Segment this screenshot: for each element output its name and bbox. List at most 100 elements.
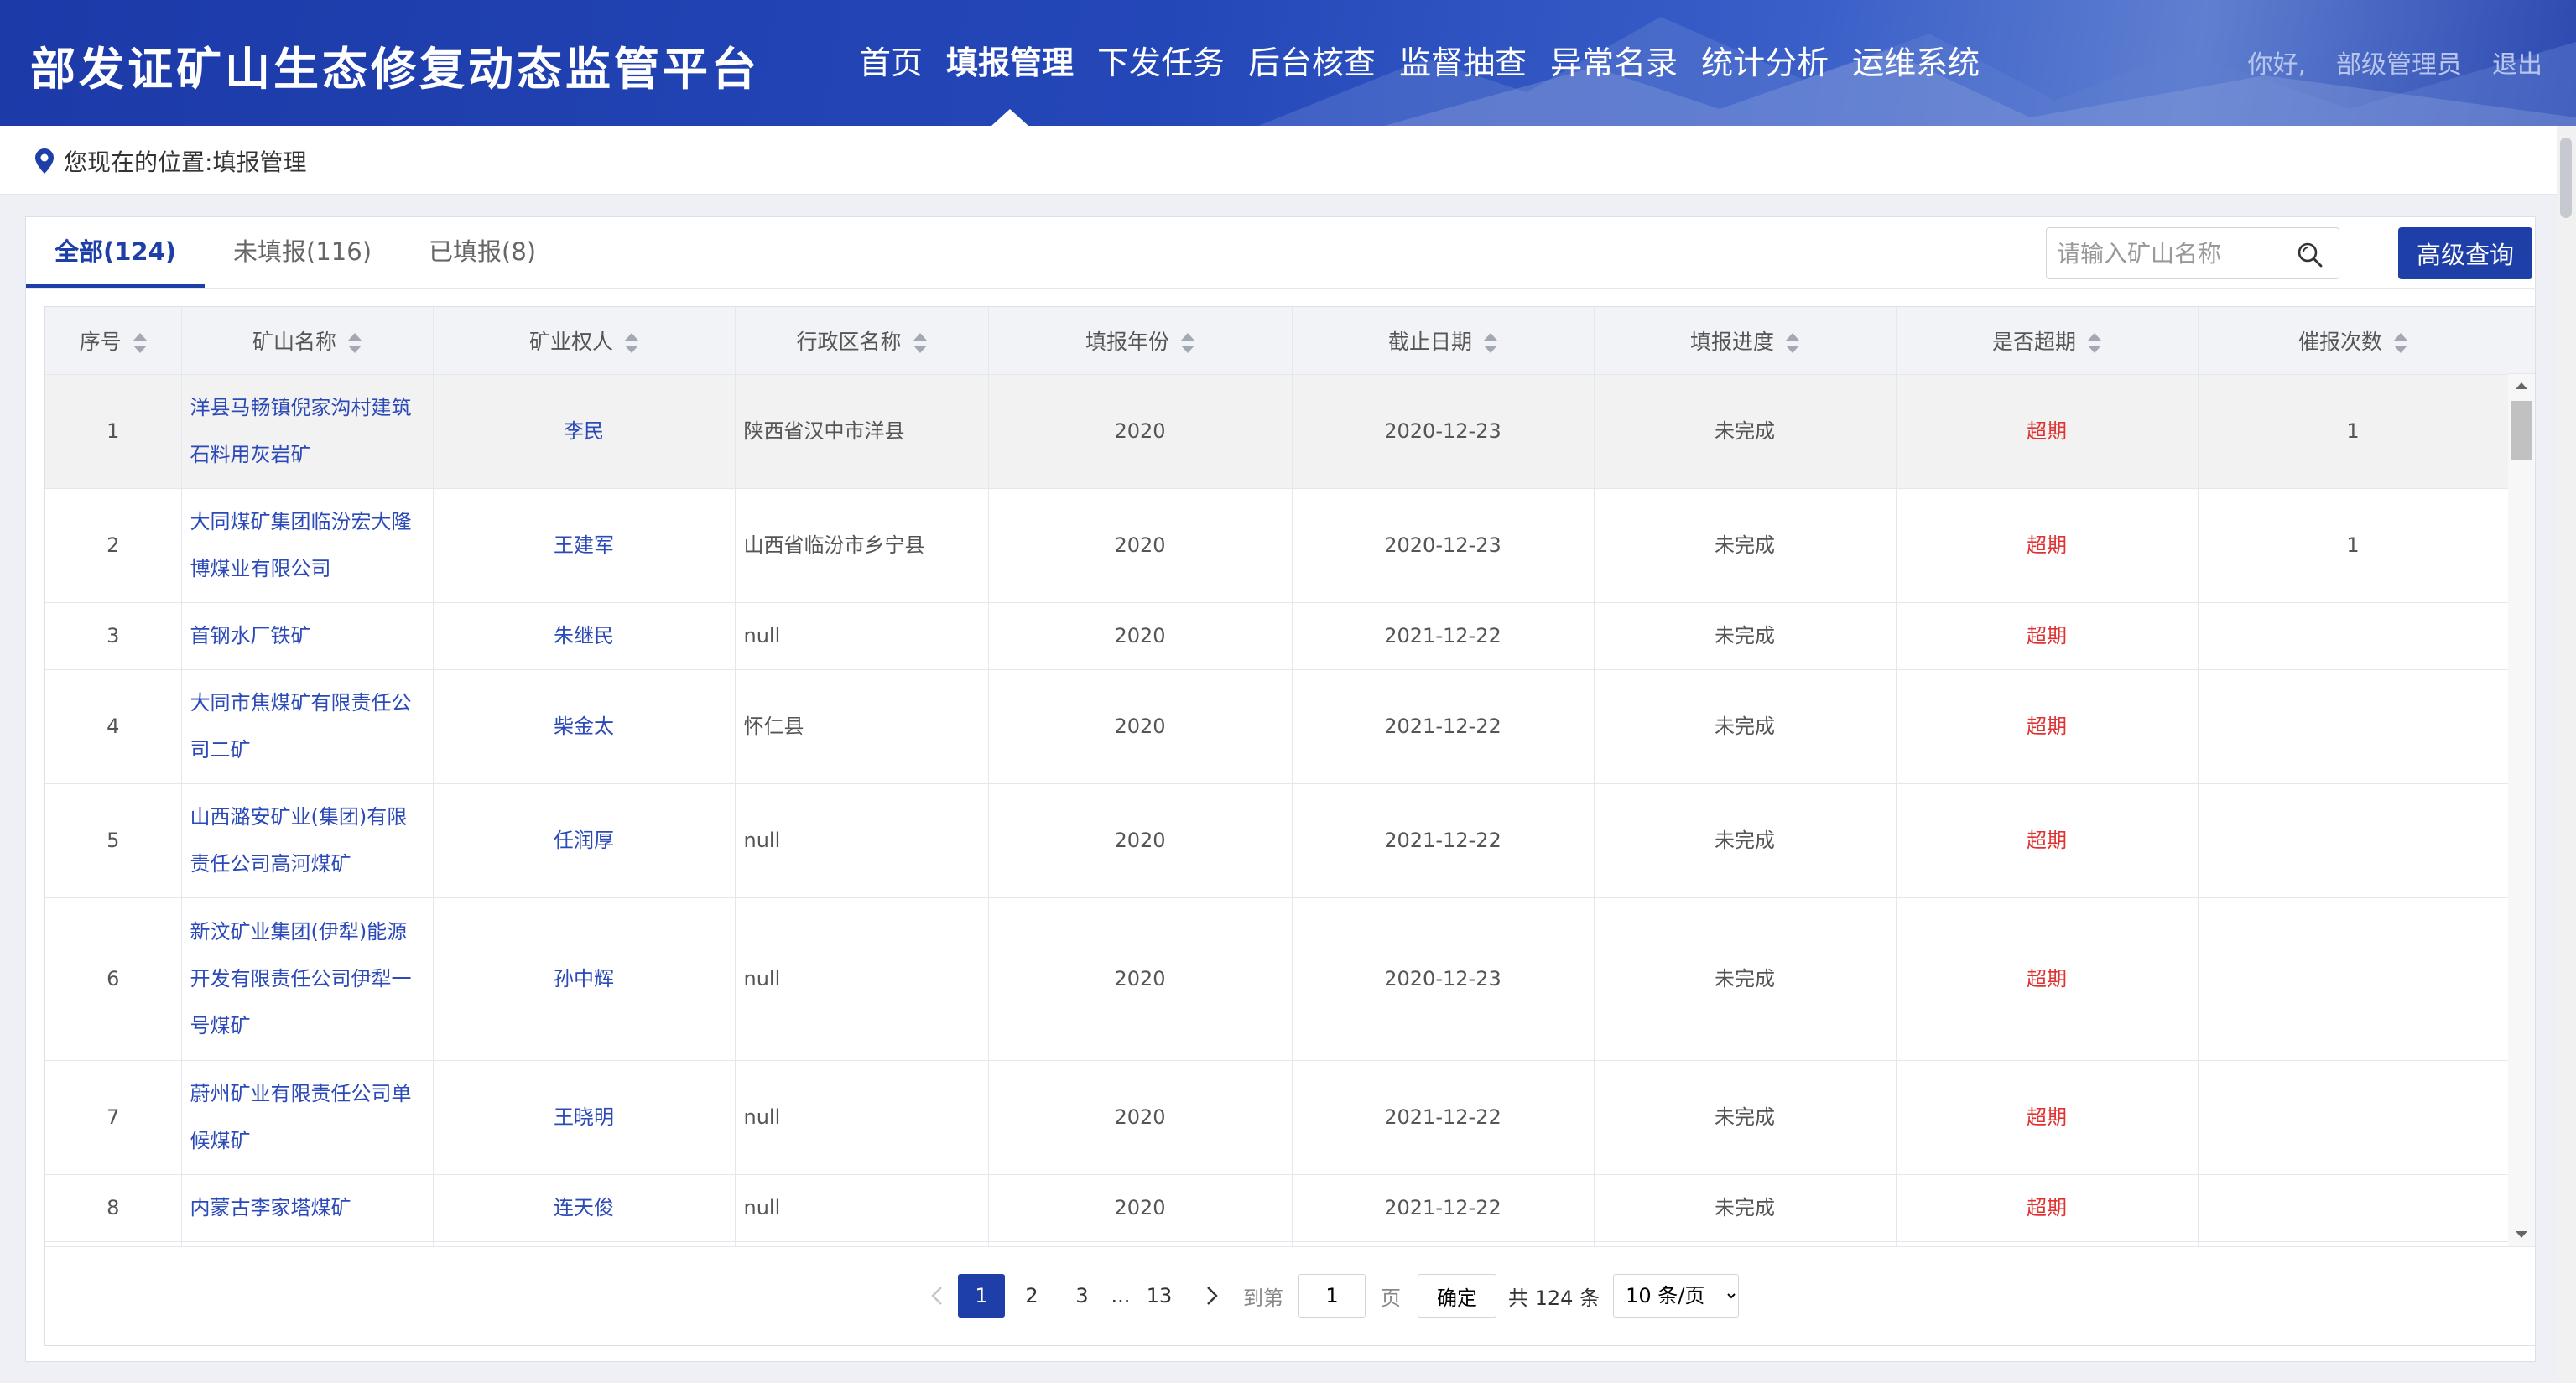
column-header-label: 是否超期 [1991, 329, 2076, 354]
scroll-up-arrow-icon[interactable] [2516, 382, 2527, 389]
main-panel: 全部(124)未填报(116)已填报(8) 高级查询 序号 矿山名称 矿业权人 行政区… [25, 216, 2537, 1362]
table-scrollbar[interactable] [2508, 374, 2535, 1246]
next-page-button[interactable] [1191, 1274, 1231, 1318]
nav-item-1[interactable]: 首页 [847, 0, 934, 126]
sort-icon[interactable] [1181, 332, 1194, 353]
nav-item-4[interactable]: 后台核查 [1236, 0, 1387, 126]
scroll-down-arrow-icon[interactable] [2516, 1231, 2527, 1238]
table-row[interactable]: 4 大同市焦煤矿有限责任公司二矿 柴金太 怀仁县 2020 2021-12-22 未完成 超期 [45, 669, 2509, 784]
table-row[interactable]: 7 蔚州矿业有限责任公司单候煤矿 王晓明 null 2020 2021-12-22 未完成超… [45, 1060, 2509, 1175]
cell-name[interactable]: 大同煤矿集团临汾宏大隆博煤业有限公司 [181, 488, 434, 603]
sort-icon[interactable] [2088, 332, 2101, 353]
user-name[interactable]: 部级管理员 [2336, 44, 2462, 81]
sort-icon[interactable] [913, 332, 927, 353]
page-button[interactable]: 2 [1008, 1274, 1055, 1318]
column-header-label: 矿山名称 [252, 329, 336, 354]
sort-icon[interactable] [625, 332, 638, 353]
column-header[interactable]: 序号 [45, 307, 182, 375]
nav-item-2[interactable]: 填报管理 [934, 0, 1085, 126]
logout-link[interactable]: 退出 [2492, 44, 2542, 81]
cell-overdue: 超期 [1896, 669, 2199, 784]
tabs-divider [26, 288, 2537, 289]
table-row[interactable]: 6 新汶矿业集团(伊犁)能源开发有限责任公司伊犁一号煤矿 孙中辉 null 2020 20… [45, 897, 2509, 1061]
page-scrollbar[interactable] [2557, 126, 2576, 1383]
goto-confirm-button[interactable]: 确定 [1418, 1274, 1496, 1318]
sort-icon[interactable] [2394, 332, 2407, 353]
column-header[interactable]: 催报次数 [2198, 307, 2509, 375]
cell-name[interactable]: 首钢水厂铁矿 [181, 602, 434, 670]
cell-owner[interactable]: 柴金太 [433, 669, 736, 784]
column-header[interactable]: 填报年份 [988, 307, 1293, 375]
column-header[interactable]: 是否超期 [1896, 307, 2199, 375]
table-row[interactable]: 1 洋县马畅镇倪家沟村建筑石料用灰岩矿 李民 陕西省汉中市洋县 2020 2020-12-… [45, 374, 2509, 489]
table-row[interactable]: 2 大同煤矿集团临汾宏大隆博煤业有限公司 王建军 山西省临汾市乡宁县 2020 2020-… [45, 488, 2509, 603]
table-row[interactable]: 3 首钢水厂铁矿 朱继民 null 2020 2021-12-22 未完成 超期 [45, 602, 2509, 670]
prev-page-button[interactable] [918, 1274, 958, 1318]
chevron-left-icon [931, 1287, 942, 1305]
tab-2[interactable]: 未填报(116) [205, 217, 400, 288]
cell-year: 2020 [988, 374, 1293, 489]
table-row[interactable]: 8 内蒙古李家塔煤矿 连天俊 null 2020 2021-12-22 未完成 超期 [45, 1174, 2509, 1242]
tab-3[interactable]: 已填报(8) [400, 217, 565, 288]
cell-deadline: 2020-12-23 [1292, 488, 1595, 603]
page-number-list: 1 2 3... 13 [958, 1274, 1186, 1318]
goto-page-input[interactable] [1298, 1274, 1366, 1318]
breadcrumb-bar: 您现在的位置: 填报管理 [0, 126, 2557, 195]
column-header[interactable]: 矿山名称 [181, 307, 434, 375]
cell-name[interactable]: 新汶矿业集团(伊犁)能源开发有限责任公司伊犁一号煤矿 [181, 897, 434, 1061]
table-scrollbar-thumb[interactable] [2511, 401, 2532, 460]
cell-owner[interactable]: 孙中辉 [433, 897, 736, 1061]
cell-name[interactable]: 山西潞安矿业(集团)有限责任公司高河煤矿 [181, 783, 434, 898]
column-header[interactable]: 截止日期 [1292, 307, 1595, 375]
page-button[interactable]: 1 [958, 1274, 1005, 1318]
nav-item-5[interactable]: 监督抽查 [1387, 0, 1538, 126]
column-header[interactable]: 行政区名称 [735, 307, 989, 375]
sort-icon[interactable] [1484, 332, 1497, 353]
cell-owner[interactable]: 李民 [433, 374, 736, 489]
pagination-bar: 123...13 到第 页 确定 共 124 条 10 条/页 [45, 1246, 2535, 1345]
nav-item-7[interactable]: 统计分析 [1689, 0, 1840, 126]
advanced-search-button[interactable]: 高级查询 [2398, 227, 2532, 279]
cell-name[interactable]: 蔚州矿业有限责任公司单候煤矿 [181, 1060, 434, 1175]
nav-item-8[interactable]: 运维系统 [1840, 0, 1991, 126]
cell-name[interactable]: 大同市焦煤矿有限责任公司二矿 [181, 669, 434, 784]
cell-year: 2020 [988, 897, 1293, 1061]
page-size-select[interactable]: 10 条/页 [1613, 1274, 1740, 1318]
column-header[interactable]: 填报进度 [1594, 307, 1897, 375]
cell-progress: 未完成 [1594, 374, 1897, 489]
table-row[interactable]: 5 山西潞安矿业(集团)有限责任公司高河煤矿 任润厚 null 2020 2021-12-… [45, 783, 2509, 898]
column-header-label: 催报次数 [2298, 329, 2382, 354]
cell-progress: 未完成 [1594, 1174, 1897, 1242]
breadcrumb-label: 您现在的位置: [64, 148, 213, 176]
cell-no: 6 [45, 897, 182, 1061]
page-scrollbar-thumb[interactable] [2560, 138, 2572, 218]
cell-reminders [2198, 1060, 2509, 1175]
cell-owner[interactable]: 任润厚 [433, 783, 736, 898]
search-icon[interactable] [2297, 242, 2324, 268]
cell-owner[interactable]: 王建军 [433, 488, 736, 603]
cell-overdue: 超期 [1896, 488, 2199, 603]
cell-owner[interactable]: 王晓明 [433, 1060, 736, 1175]
cell-name[interactable]: 内蒙古李家塔煤矿 [181, 1174, 434, 1242]
nav-item-6[interactable]: 异常名录 [1538, 0, 1689, 126]
tab-1[interactable]: 全部(124) [26, 217, 206, 288]
cell-overdue: 超期 [1896, 783, 2199, 898]
cell-no: 7 [45, 1060, 182, 1175]
sort-icon[interactable] [133, 332, 147, 353]
column-header-label: 行政区名称 [796, 329, 902, 354]
column-header[interactable]: 矿业权人 [433, 307, 736, 375]
cell-year: 2020 [988, 488, 1293, 603]
nav-item-3[interactable]: 下发任务 [1085, 0, 1236, 126]
page-button[interactable]: 3 [1059, 1274, 1106, 1318]
cell-owner[interactable]: 连天俊 [433, 1174, 736, 1242]
page-button[interactable]: 13 [1136, 1274, 1183, 1318]
cell-region: 山西省临汾市乡宁县 [735, 488, 989, 603]
cell-no: 2 [45, 488, 182, 603]
sort-icon[interactable] [1786, 332, 1799, 353]
mine-name-search-input[interactable] [2057, 235, 2292, 272]
cell-deadline: 2021-12-22 [1292, 783, 1595, 898]
cell-owner[interactable]: 朱继民 [433, 602, 736, 670]
cell-deadline: 2021-12-22 [1292, 1174, 1595, 1242]
cell-name[interactable]: 洋县马畅镇倪家沟村建筑石料用灰岩矿 [181, 374, 434, 489]
sort-icon[interactable] [348, 332, 362, 353]
